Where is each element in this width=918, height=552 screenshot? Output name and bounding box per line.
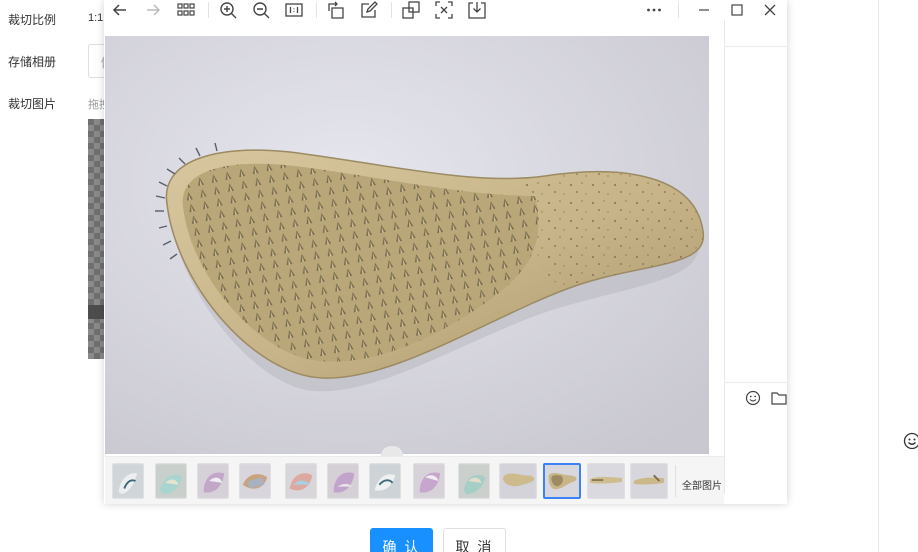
toolbar-divider: [208, 2, 209, 18]
emoji-icon[interactable]: [903, 432, 918, 450]
thumbnail[interactable]: [155, 463, 187, 499]
cancel-button[interactable]: 取 消: [443, 528, 506, 552]
viewer-toolbar: [104, 0, 787, 20]
divider: [725, 382, 788, 383]
thumbnail[interactable]: [458, 463, 490, 499]
thumbnail[interactable]: [285, 463, 317, 499]
emoji-icon[interactable]: [745, 390, 761, 406]
toolbar-divider: [391, 2, 392, 18]
grid-icon[interactable]: [177, 1, 195, 19]
divider: [725, 46, 788, 47]
thumbnail[interactable]: [327, 463, 359, 499]
side-panel: [724, 20, 788, 494]
album-label: 存储相册: [8, 55, 57, 69]
edit-icon[interactable]: [360, 1, 378, 19]
all-images-link[interactable]: 全部图片: [682, 477, 722, 492]
actual-size-icon[interactable]: [285, 1, 303, 19]
folder-icon[interactable]: [771, 390, 787, 406]
crop-ratio-value[interactable]: 1:1: [88, 12, 103, 24]
thumbnail-strip: 全部图片: [105, 456, 724, 504]
hairbrush-photo: [105, 36, 709, 454]
thumbnail[interactable]: [499, 463, 537, 499]
thumbnail[interactable]: [112, 463, 144, 499]
crop-ratio-label: 裁切比例: [8, 13, 57, 27]
toolbar-divider: [316, 2, 317, 18]
thumbnail[interactable]: [413, 463, 445, 499]
rotate-icon[interactable]: [327, 1, 345, 19]
thumbnail[interactable]: [630, 463, 668, 499]
crop-image-label: 裁切图片: [8, 97, 57, 111]
strip-divider: [675, 465, 676, 497]
minimize-icon[interactable]: [695, 1, 713, 19]
maximize-icon[interactable]: [728, 1, 746, 19]
toolbar-divider: [678, 2, 679, 18]
arrow-right-icon[interactable]: [144, 1, 162, 19]
right-panel: [878, 0, 918, 552]
thumbnail[interactable]: [369, 463, 401, 499]
thumbnail-selected[interactable]: [543, 463, 581, 499]
close-icon[interactable]: [761, 1, 779, 19]
thumbnail[interactable]: [197, 463, 229, 499]
copy-icon[interactable]: [402, 1, 420, 19]
zoom-in-icon[interactable]: [219, 1, 237, 19]
arrow-left-icon[interactable]: [111, 1, 129, 19]
zoom-out-icon[interactable]: [252, 1, 270, 19]
more-icon[interactable]: [645, 1, 663, 19]
confirm-button[interactable]: 确 认: [370, 528, 433, 552]
download-icon[interactable]: [468, 1, 486, 19]
scan-icon[interactable]: [435, 1, 453, 19]
main-image[interactable]: [105, 36, 709, 454]
thumbnail[interactable]: [587, 463, 625, 499]
image-viewer-window: 全部图片: [104, 0, 788, 504]
thumbnail[interactable]: [239, 463, 271, 499]
